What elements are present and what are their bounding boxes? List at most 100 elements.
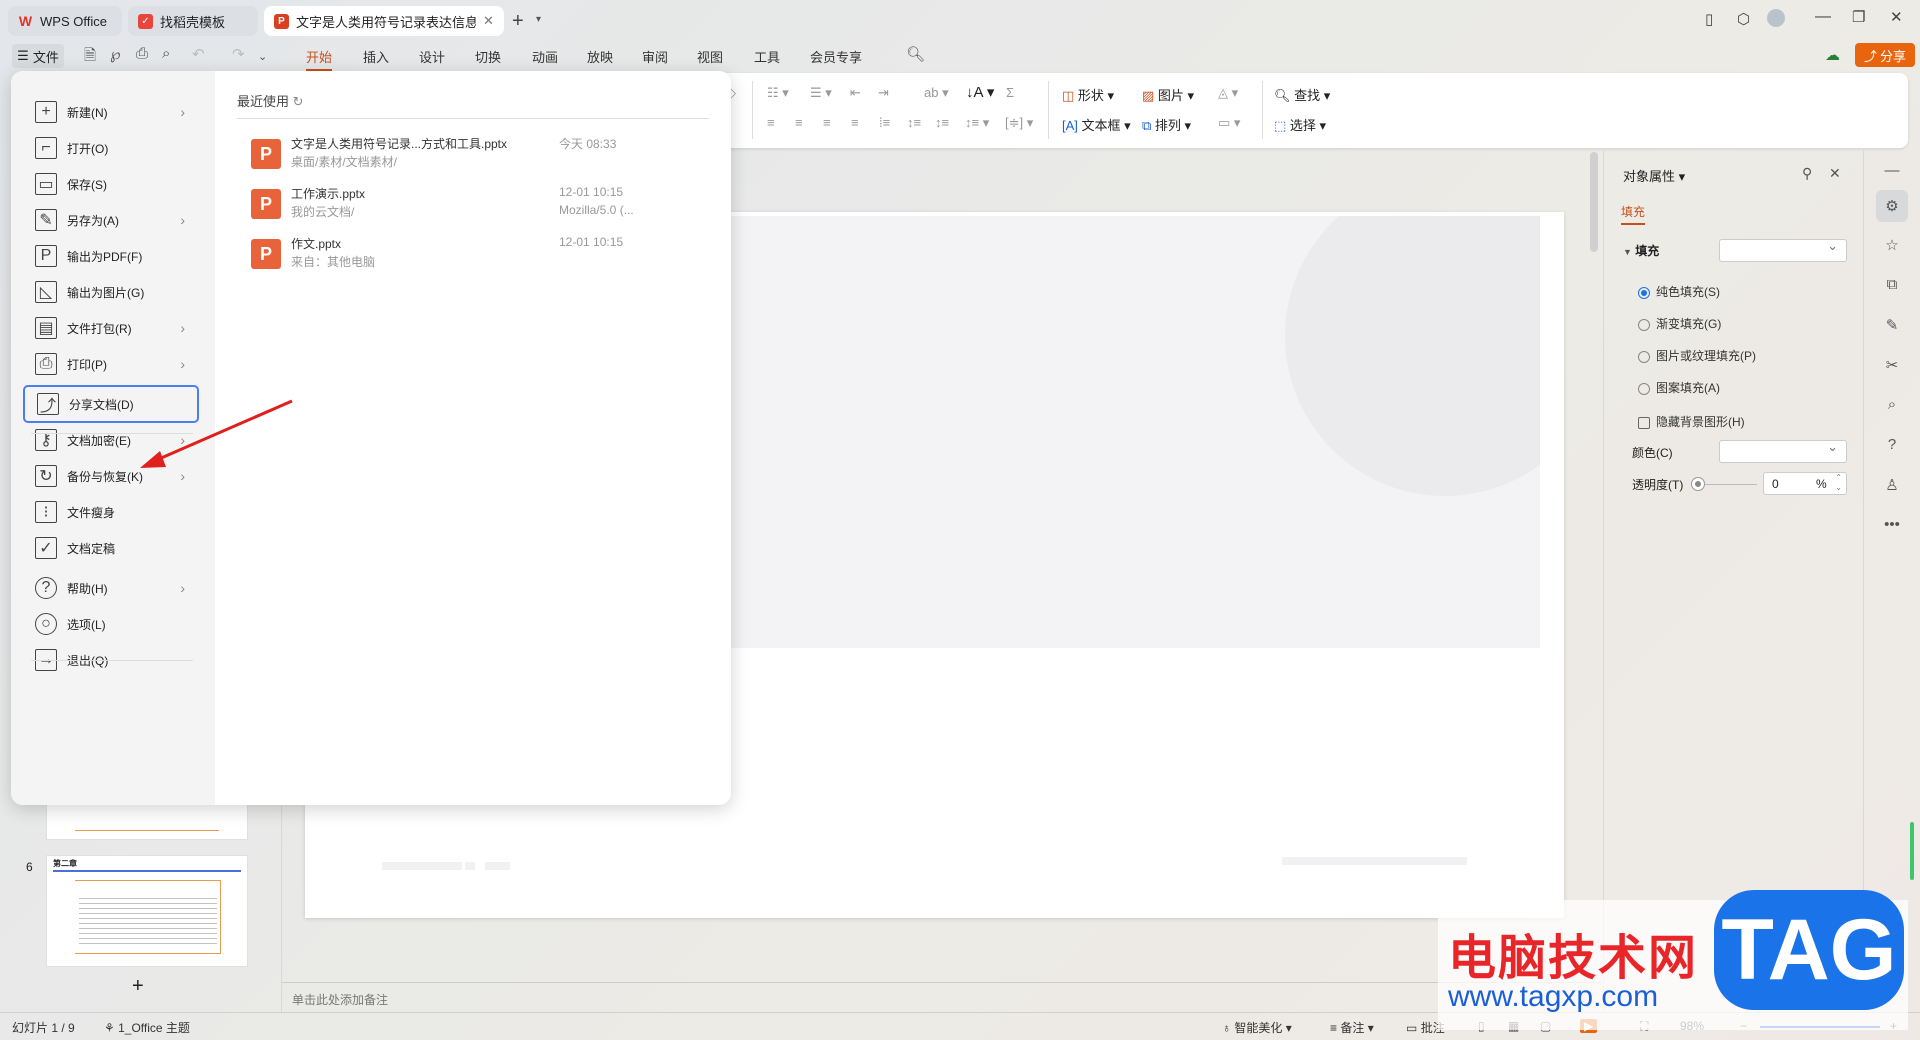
notes-button[interactable]: ≡ 备注 ▾ <box>1330 1019 1374 1036</box>
recent-file[interactable]: P 工作演示.pptx 我的云文档/12-01 10:15 Mozilla/5.0 (… <box>251 185 711 229</box>
text-align-vertical-icon[interactable]: [≑] ▾ <box>1005 115 1033 131</box>
close-window-icon[interactable]: ✕ <box>1890 8 1903 26</box>
menu-tab[interactable]: 开始 <box>306 47 333 71</box>
bullet-list-icon[interactable]: ☷ ▾ <box>767 85 789 101</box>
file-menu-item[interactable]: ▤ 文件打包(R) › <box>23 309 199 347</box>
file-menu-item[interactable]: ▭ 保存(S) <box>23 165 199 203</box>
fill-option-radio[interactable]: 图片或纹理填充(P) <box>1638 347 1756 364</box>
align-left-icon[interactable]: ≡ <box>767 115 775 130</box>
collapse-icon[interactable]: — <box>1880 162 1904 179</box>
find-button[interactable]: 🔍︎ 查找 ▾ <box>1274 85 1330 104</box>
redo-icon[interactable]: ↷ <box>232 45 245 63</box>
menu-tab[interactable]: 设计 <box>419 47 445 66</box>
menu-tab[interactable]: 审阅 <box>642 47 668 66</box>
device-icon[interactable]: ▯ <box>1705 10 1713 28</box>
close-panel-icon[interactable]: ✕ <box>1829 165 1841 182</box>
restore-icon[interactable]: ❐ <box>1852 8 1865 26</box>
recent-file[interactable]: P 文字是人类用符号记录...方式和工具.pptx 桌面/素材/文档素材/今天 08… <box>251 135 711 179</box>
menu-tab[interactable]: 插入 <box>363 47 389 66</box>
share-button[interactable]: ⤴ 分享 <box>1855 43 1915 67</box>
decrease-indent-icon[interactable]: ⇤ <box>850 85 861 101</box>
fill-section-header[interactable]: ▼ 填充 <box>1623 242 1659 259</box>
para-spacing-up-icon[interactable]: ↕≡ <box>907 115 921 130</box>
beautify-button[interactable]: ♁ 智能美化 ▾ <box>1222 1019 1292 1036</box>
chevron-right-icon[interactable]: › <box>180 580 185 596</box>
align-right-icon[interactable]: ≡ <box>823 115 831 130</box>
shape-button[interactable]: ◫ 形状 ▾ <box>1062 85 1114 104</box>
textbox-button[interactable]: [A] 文本框 ▾ <box>1062 115 1131 134</box>
picture-button[interactable]: ▨ 图片 ▾ <box>1142 85 1194 104</box>
chevron-right-icon[interactable]: › <box>180 320 185 336</box>
more-chevron-icon[interactable]: ⌄ <box>258 50 267 63</box>
star-icon[interactable]: ☆ <box>1880 236 1904 254</box>
more-icon[interactable]: ••• <box>1880 516 1904 533</box>
text-direction-icon[interactable]: ↓A ▾ <box>966 83 994 101</box>
tab-fill[interactable]: 填充 <box>1621 203 1646 225</box>
menu-tab[interactable]: 放映 <box>587 47 613 66</box>
minimize-icon[interactable]: — <box>1815 8 1831 26</box>
print-preview-icon[interactable]: ⌕ <box>162 45 170 62</box>
tab-docer[interactable]: ✓ 找稻壳模板 <box>128 6 258 36</box>
theme-label[interactable]: ⚘ 1_Office 主题 <box>104 1019 190 1036</box>
help-icon[interactable]: ? <box>1880 436 1904 453</box>
shirt-icon[interactable]: ♙ <box>1880 476 1904 494</box>
cloud-sync-icon[interactable]: ☁ <box>1825 46 1840 64</box>
design-icon[interactable]: ✎ <box>1880 316 1904 334</box>
transparency-slider-handle[interactable] <box>1691 477 1705 491</box>
avatar[interactable] <box>1767 9 1785 27</box>
print-icon[interactable]: ⎙ <box>136 45 148 62</box>
fill-icon[interactable]: ◬ ▾ <box>1218 85 1238 101</box>
chevron-right-icon[interactable]: › <box>180 356 185 372</box>
color-dropdown[interactable] <box>1719 439 1847 463</box>
undo-icon[interactable]: ↶ <box>192 45 205 63</box>
search-icon[interactable]: 🔍︎ <box>906 45 925 63</box>
file-menu-item[interactable]: ○ 选项(L) <box>23 605 199 643</box>
align-center-icon[interactable]: ≡ <box>795 115 803 130</box>
smartart-icon[interactable]: Σ <box>1006 85 1014 100</box>
recent-file[interactable]: P 作文.pptx 来自：其他电脑 12-01 10:15 <box>251 235 711 279</box>
file-menu-item[interactable]: ⎙ 打印(P) › <box>23 345 199 383</box>
tab-list-chevron-icon[interactable]: ▾ <box>536 14 541 25</box>
add-slide-icon[interactable]: + <box>132 975 144 998</box>
book-search-icon[interactable]: ⌕ <box>1880 396 1904 413</box>
increase-indent-icon[interactable]: ⇥ <box>878 85 889 101</box>
transparency-slider[interactable] <box>1705 484 1757 485</box>
fill-option-radio[interactable]: 渐变填充(G) <box>1638 315 1721 332</box>
menu-tab[interactable]: 切换 <box>475 47 501 66</box>
distribute-icon[interactable]: ⁞≡ <box>879 115 890 130</box>
fill-option-radio[interactable]: 图案填充(A) <box>1638 379 1720 396</box>
menu-tab[interactable]: 动画 <box>532 47 558 66</box>
cube-icon[interactable]: ⬡ <box>1737 10 1750 28</box>
hide-background-checkbox[interactable]: 隐藏背景图形(H) <box>1638 413 1745 430</box>
fill-option-radio[interactable]: 纯色填充(S) <box>1638 283 1720 300</box>
chevron-right-icon[interactable]: › <box>180 104 185 120</box>
menu-tab[interactable]: 工具 <box>754 47 780 66</box>
file-menu-item[interactable]: P 输出为PDF(F) <box>23 237 199 275</box>
refresh-icon[interactable]: ↻ <box>293 94 304 109</box>
properties-title[interactable]: 对象属性 ▾ <box>1623 166 1685 185</box>
outline-icon[interactable]: ▭ ▾ <box>1218 115 1240 131</box>
text-highlight-icon[interactable]: ab ▾ <box>924 85 949 101</box>
close-tab-icon[interactable]: ✕ <box>483 13 494 29</box>
file-menu-item[interactable]: + 新建(N) › <box>23 93 199 131</box>
notes-input[interactable]: 单击此处添加备注 <box>292 991 388 1008</box>
new-tab-icon[interactable]: + <box>512 10 524 33</box>
justify-icon[interactable]: ≡ <box>851 115 859 130</box>
file-menu-item[interactable]: ✎ 另存为(A) › <box>23 201 199 239</box>
arrange-button[interactable]: ⧉ 排列 ▾ <box>1142 115 1191 134</box>
tab-wps-office[interactable]: W WPS Office <box>8 6 122 36</box>
numbered-list-icon[interactable]: ☰ ▾ <box>810 85 832 101</box>
tab-document[interactable]: P 文字是人类用符号记录表达信息以 ✕ <box>264 6 504 36</box>
file-menu-item[interactable]: ? 帮助(H) › <box>23 569 199 607</box>
chevron-right-icon[interactable]: › <box>180 212 185 228</box>
save-icon[interactable]: 🗎 <box>84 45 96 70</box>
select-button[interactable]: ⬚ 选择 ▾ <box>1274 115 1326 134</box>
vertical-scrollbar[interactable] <box>1590 152 1598 252</box>
line-spacing-icon[interactable]: ↕≡ ▾ <box>965 115 989 131</box>
file-menu-button[interactable]: ☰ 文件 <box>12 44 64 68</box>
transparency-input[interactable]: 0 % ⌃ ⌄ <box>1763 472 1847 495</box>
menu-tab[interactable]: 视图 <box>697 47 723 66</box>
file-menu-item[interactable]: ⌐ 打开(O) <box>23 129 199 167</box>
fill-dropdown[interactable] <box>1719 238 1847 262</box>
transition-icon[interactable]: ⧉ <box>1880 276 1904 293</box>
